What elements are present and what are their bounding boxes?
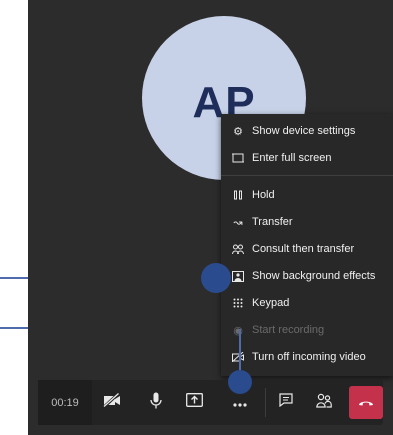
pause-icon — [231, 188, 245, 202]
menu-item-start-recording: ◉ Start recording — [221, 319, 393, 341]
menu-item-hold[interactable]: Hold — [221, 184, 393, 206]
menu-item-label: Show device settings — [252, 125, 356, 137]
video-off-icon — [231, 350, 245, 364]
background-effects-icon — [231, 269, 245, 283]
hang-up-button[interactable] — [349, 386, 383, 419]
call-timer: 00:19 — [38, 380, 92, 425]
keypad-icon — [231, 296, 245, 310]
menu-item-label: Consult then transfer — [252, 243, 355, 255]
toolbar-divider — [265, 388, 266, 417]
menu-item-consult-transfer[interactable]: Consult then transfer — [221, 238, 393, 260]
menu-item-turn-off-video[interactable]: Turn off incoming video — [221, 346, 393, 368]
participants-icon — [316, 393, 332, 413]
menu-item-label: Turn off incoming video — [252, 351, 366, 363]
menu-item-label: Start recording — [252, 324, 325, 336]
more-options-menu: ⚙ Show device settings Enter full screen… — [221, 114, 393, 376]
menu-divider — [221, 175, 393, 176]
microphone-icon — [150, 392, 162, 414]
menu-item-background-effects[interactable]: Show background effects — [221, 265, 393, 287]
share-screen-button[interactable] — [176, 380, 212, 425]
menu-item-device-settings[interactable]: ⚙ Show device settings — [221, 120, 393, 142]
participants-button[interactable] — [306, 380, 342, 425]
fullscreen-icon — [231, 151, 245, 165]
chat-button[interactable] — [268, 380, 304, 425]
microphone-button[interactable] — [138, 380, 174, 425]
chat-icon — [279, 393, 293, 412]
menu-item-label: Enter full screen — [252, 152, 332, 164]
record-icon: ◉ — [233, 324, 243, 337]
callout-marker-background-effects — [201, 263, 231, 293]
call-control-bar: 00:19 — [38, 380, 383, 425]
menu-item-keypad[interactable]: Keypad — [221, 292, 393, 314]
menu-item-full-screen[interactable]: Enter full screen — [221, 147, 393, 169]
callout-marker-more-options — [228, 370, 252, 394]
call-stage: AP ⚙ Show device settings Enter full scr… — [28, 0, 393, 435]
gear-icon: ⚙ — [233, 125, 243, 138]
camera-off-icon — [102, 391, 121, 412]
share-screen-icon — [185, 393, 203, 412]
transfer-icon: ↝ — [233, 216, 243, 229]
camera-toggle-button[interactable] — [94, 380, 130, 425]
menu-item-label: Keypad — [252, 297, 290, 309]
more-options-icon — [233, 394, 247, 412]
menu-item-label: Show background effects — [252, 270, 376, 282]
hang-up-icon — [358, 394, 374, 412]
menu-item-label: Transfer — [252, 216, 293, 228]
consult-icon — [231, 242, 245, 256]
menu-item-transfer[interactable]: ↝ Transfer — [221, 211, 393, 233]
menu-item-label: Hold — [252, 189, 275, 201]
